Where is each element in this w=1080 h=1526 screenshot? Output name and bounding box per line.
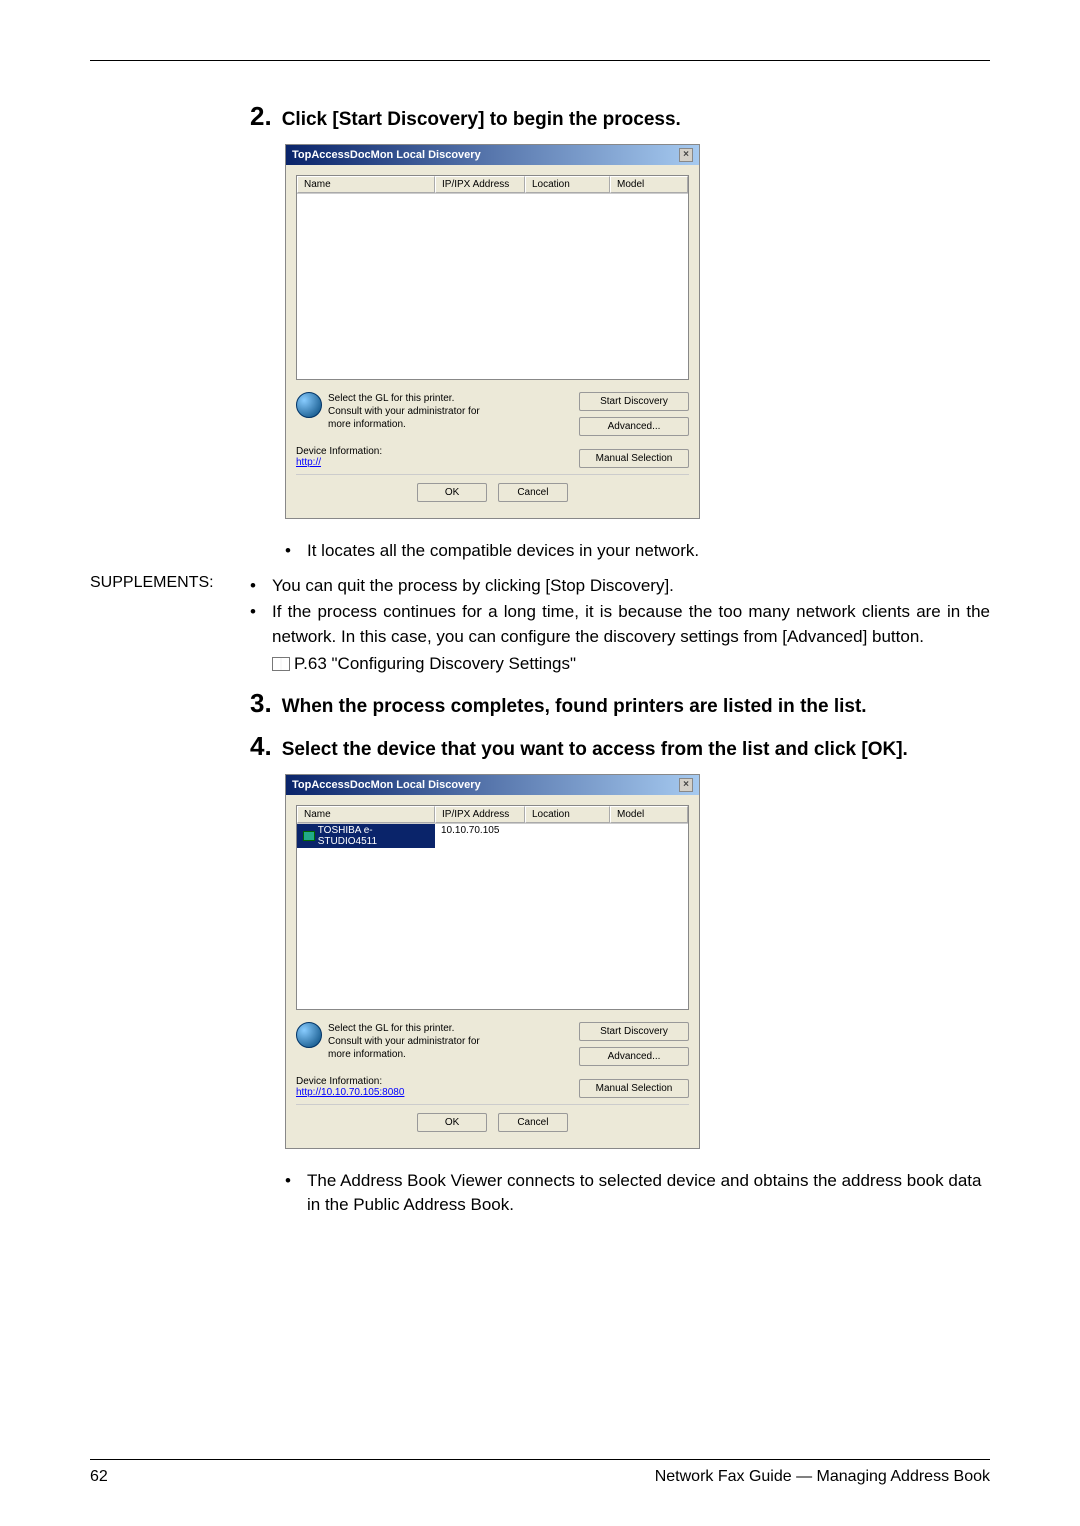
dialog-titlebar: TopAccessDocMon Local Discovery × xyxy=(286,775,699,795)
page-number: 62 xyxy=(90,1468,108,1486)
printer-icon xyxy=(303,831,315,841)
bullet-icon: • xyxy=(285,1169,307,1218)
advanced-button[interactable]: Advanced... xyxy=(579,1047,689,1066)
discovery-dialog-result: TopAccessDocMon Local Discovery × Name I… xyxy=(285,774,700,1149)
manual-selection-button[interactable]: Manual Selection xyxy=(579,1079,689,1098)
globe-icon xyxy=(296,392,322,418)
supplements-label: SUPPLEMENTS: xyxy=(90,574,250,592)
globe-icon xyxy=(296,1022,322,1048)
cancel-button[interactable]: Cancel xyxy=(498,1113,568,1132)
table-row[interactable]: TOSHIBA e-STUDIO4511 10.10.70.105 xyxy=(297,824,688,848)
start-discovery-button[interactable]: Start Discovery xyxy=(579,1022,689,1041)
result-bullet-2: • The Address Book Viewer connects to se… xyxy=(285,1169,990,1218)
device-info-label: Device Information: xyxy=(296,1076,404,1087)
col-location[interactable]: Location xyxy=(525,806,610,823)
top-rule xyxy=(90,60,990,61)
supplement-text-1: You can quit the process by clicking [St… xyxy=(272,574,674,599)
device-listview[interactable]: Name IP/IPX Address Location Model xyxy=(296,175,689,380)
supplement-item-1: • You can quit the process by clicking [… xyxy=(250,574,990,599)
step-2: 2. Click [Start Discovery] to begin the … xyxy=(250,101,990,132)
close-icon[interactable]: × xyxy=(679,778,693,792)
step-2-text: Click [Start Discovery] to begin the pro… xyxy=(282,109,681,131)
col-model[interactable]: Model xyxy=(610,176,688,193)
device-listview[interactable]: Name IP/IPX Address Location Model TOSHI… xyxy=(296,805,689,1010)
step-3: 3. When the process completes, found pri… xyxy=(250,688,990,719)
ok-button[interactable]: OK xyxy=(417,483,487,502)
col-name[interactable]: Name xyxy=(297,176,435,193)
col-name[interactable]: Name xyxy=(297,806,435,823)
bullet-text: It locates all the compatible devices in… xyxy=(307,539,699,564)
supplement-item-2: • If the process continues for a long ti… xyxy=(250,600,990,649)
bullet-icon: • xyxy=(250,600,272,649)
col-model[interactable]: Model xyxy=(610,806,688,823)
step-3-number: 3. xyxy=(250,688,272,719)
bullet-icon: • xyxy=(285,539,307,564)
dialog-title: TopAccessDocMon Local Discovery xyxy=(292,779,481,791)
start-discovery-button[interactable]: Start Discovery xyxy=(579,392,689,411)
manual-selection-button[interactable]: Manual Selection xyxy=(579,449,689,468)
col-location[interactable]: Location xyxy=(525,176,610,193)
reference-line: P.63 "Configuring Discovery Settings" xyxy=(272,654,990,674)
ok-button[interactable]: OK xyxy=(417,1113,487,1132)
book-icon xyxy=(272,657,290,671)
col-ip[interactable]: IP/IPX Address xyxy=(435,806,525,823)
reference-text: P.63 "Configuring Discovery Settings" xyxy=(294,654,576,673)
device-info-link[interactable]: http:// xyxy=(296,457,321,468)
result-bullet-1: • It locates all the compatible devices … xyxy=(285,539,990,564)
hint-text: Select the GL for this printer. Consult … xyxy=(328,1022,488,1061)
row-name: TOSHIBA e-STUDIO4511 xyxy=(318,825,429,847)
footer-title: Network Fax Guide — Managing Address Boo… xyxy=(655,1468,990,1486)
step-4-text: Select the device that you want to acces… xyxy=(282,739,908,761)
step-4-number: 4. xyxy=(250,731,272,762)
col-ip[interactable]: IP/IPX Address xyxy=(435,176,525,193)
cancel-button[interactable]: Cancel xyxy=(498,483,568,502)
dialog-titlebar: TopAccessDocMon Local Discovery × xyxy=(286,145,699,165)
listview-header: Name IP/IPX Address Location Model xyxy=(297,806,688,824)
bullet-text: The Address Book Viewer connects to sele… xyxy=(307,1169,990,1218)
step-2-number: 2. xyxy=(250,101,272,132)
bullet-icon: • xyxy=(250,574,272,599)
dialog-title: TopAccessDocMon Local Discovery xyxy=(292,149,481,161)
page-footer: 62 Network Fax Guide — Managing Address … xyxy=(90,1459,990,1486)
step-3-text: When the process completes, found printe… xyxy=(282,696,867,718)
discovery-dialog-empty: TopAccessDocMon Local Discovery × Name I… xyxy=(285,144,700,519)
row-ip: 10.10.70.105 xyxy=(435,824,525,848)
supplement-text-2: If the process continues for a long time… xyxy=(272,600,990,649)
listview-header: Name IP/IPX Address Location Model xyxy=(297,176,688,194)
hint-text: Select the GL for this printer. Consult … xyxy=(328,392,488,431)
step-4: 4. Select the device that you want to ac… xyxy=(250,731,990,762)
device-info-link[interactable]: http://10.10.70.105:8080 xyxy=(296,1087,404,1098)
device-info-label: Device Information: xyxy=(296,446,382,457)
close-icon[interactable]: × xyxy=(679,148,693,162)
advanced-button[interactable]: Advanced... xyxy=(579,417,689,436)
